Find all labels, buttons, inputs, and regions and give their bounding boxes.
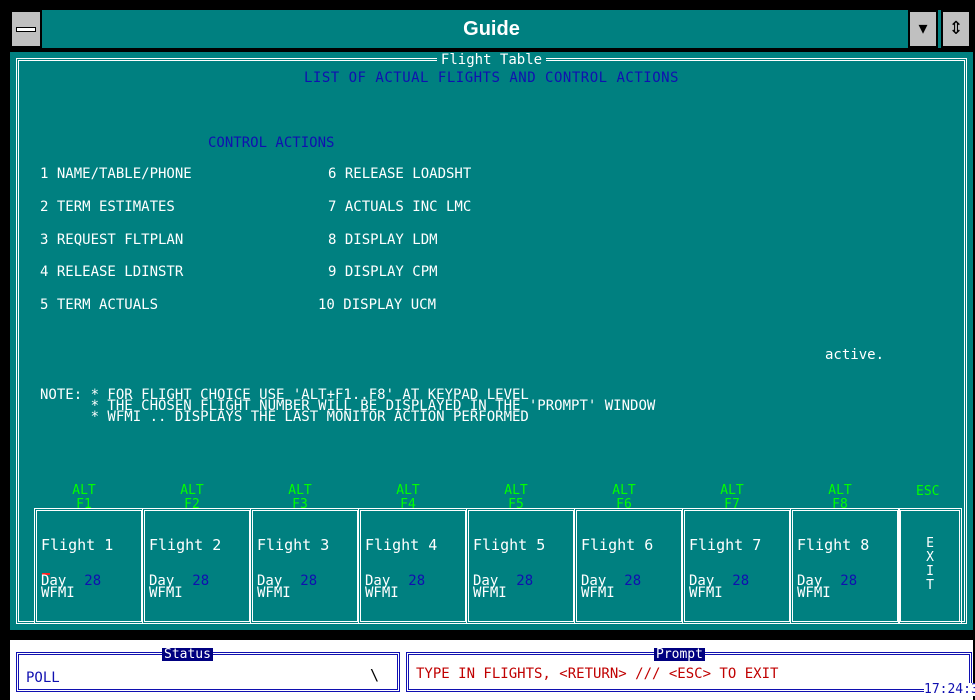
window-menu-icon[interactable]	[10, 10, 42, 48]
esc-key-label: ESC	[916, 484, 940, 499]
flight-button-1[interactable]: Flight 1 Day 28 WFMI	[34, 508, 144, 624]
status-value: POLL	[26, 670, 60, 686]
action-item-1[interactable]: 1 NAME/TABLE/PHONE	[40, 166, 192, 182]
action-item-2[interactable]: 2 TERM ESTIMATES	[40, 199, 175, 215]
page-heading: LIST OF ACTUAL FLIGHTS AND CONTROL ACTIO…	[303, 70, 679, 86]
action-item-6[interactable]: 6 RELEASE LOADSHT	[328, 166, 471, 182]
dropdown-arrow-icon[interactable]: ▾	[908, 10, 938, 48]
action-item-4[interactable]: 4 RELEASE LDINSTR	[40, 264, 183, 280]
flight-button-5[interactable]: Flight 5 Day 28 WFMI	[466, 508, 576, 624]
flight-table-panel: Flight Table LIST OF ACTUAL FLIGHTS AND …	[10, 52, 973, 630]
action-item-7[interactable]: 7 ACTUALS INC LMC	[328, 199, 471, 215]
up-down-arrow-icon[interactable]: ⇕	[941, 10, 971, 48]
action-item-3[interactable]: 3 REQUEST FLTPLAN	[40, 232, 183, 248]
app-window: Guide ▾ ⇕ Flight Table LIST OF ACTUAL FL…	[0, 0, 975, 700]
status-spinner-icon: \	[370, 666, 380, 684]
exit-label: EXIT	[926, 536, 934, 593]
flight-button-8[interactable]: Flight 8 Day 28 WFMI	[790, 508, 900, 624]
clock: 17:24:32	[924, 683, 975, 696]
flight-button-3[interactable]: Flight 3 Day 28 WFMI	[250, 508, 360, 624]
status-title: Status	[162, 647, 213, 662]
window-title: Guide	[463, 18, 520, 40]
flight-button-7[interactable]: Flight 7 Day 28 WFMI	[682, 508, 792, 624]
action-item-10[interactable]: 10 DISPLAY UCM	[318, 297, 436, 313]
panel-title: Flight Table	[436, 52, 547, 68]
flight-button-4[interactable]: Flight 4 Day 28 WFMI	[358, 508, 468, 624]
prompt-input[interactable]: TYPE IN FLIGHTS, <RETURN> /// <ESC> TO E…	[416, 666, 778, 682]
note-line-3: * WFMI .. DISPLAYS THE LAST MONITOR ACTI…	[40, 409, 529, 425]
title-bar: Guide	[8, 8, 971, 50]
action-item-8[interactable]: 8 DISPLAY LDM	[328, 232, 438, 248]
prompt-title: Prompt	[654, 647, 705, 662]
action-item-5[interactable]: 5 TERM ACTUALS	[40, 297, 158, 313]
action-item-9[interactable]: 9 DISPLAY CPM	[328, 264, 438, 280]
flight-button-2[interactable]: Flight 2 Day 28 WFMI	[142, 508, 252, 624]
control-actions-heading: CONTROL ACTIONS	[208, 135, 335, 151]
active-indicator: active.	[825, 347, 885, 363]
exit-button[interactable]: EXIT	[898, 508, 962, 624]
flight-button-6[interactable]: Flight 6 Day 28 WFMI	[574, 508, 684, 624]
